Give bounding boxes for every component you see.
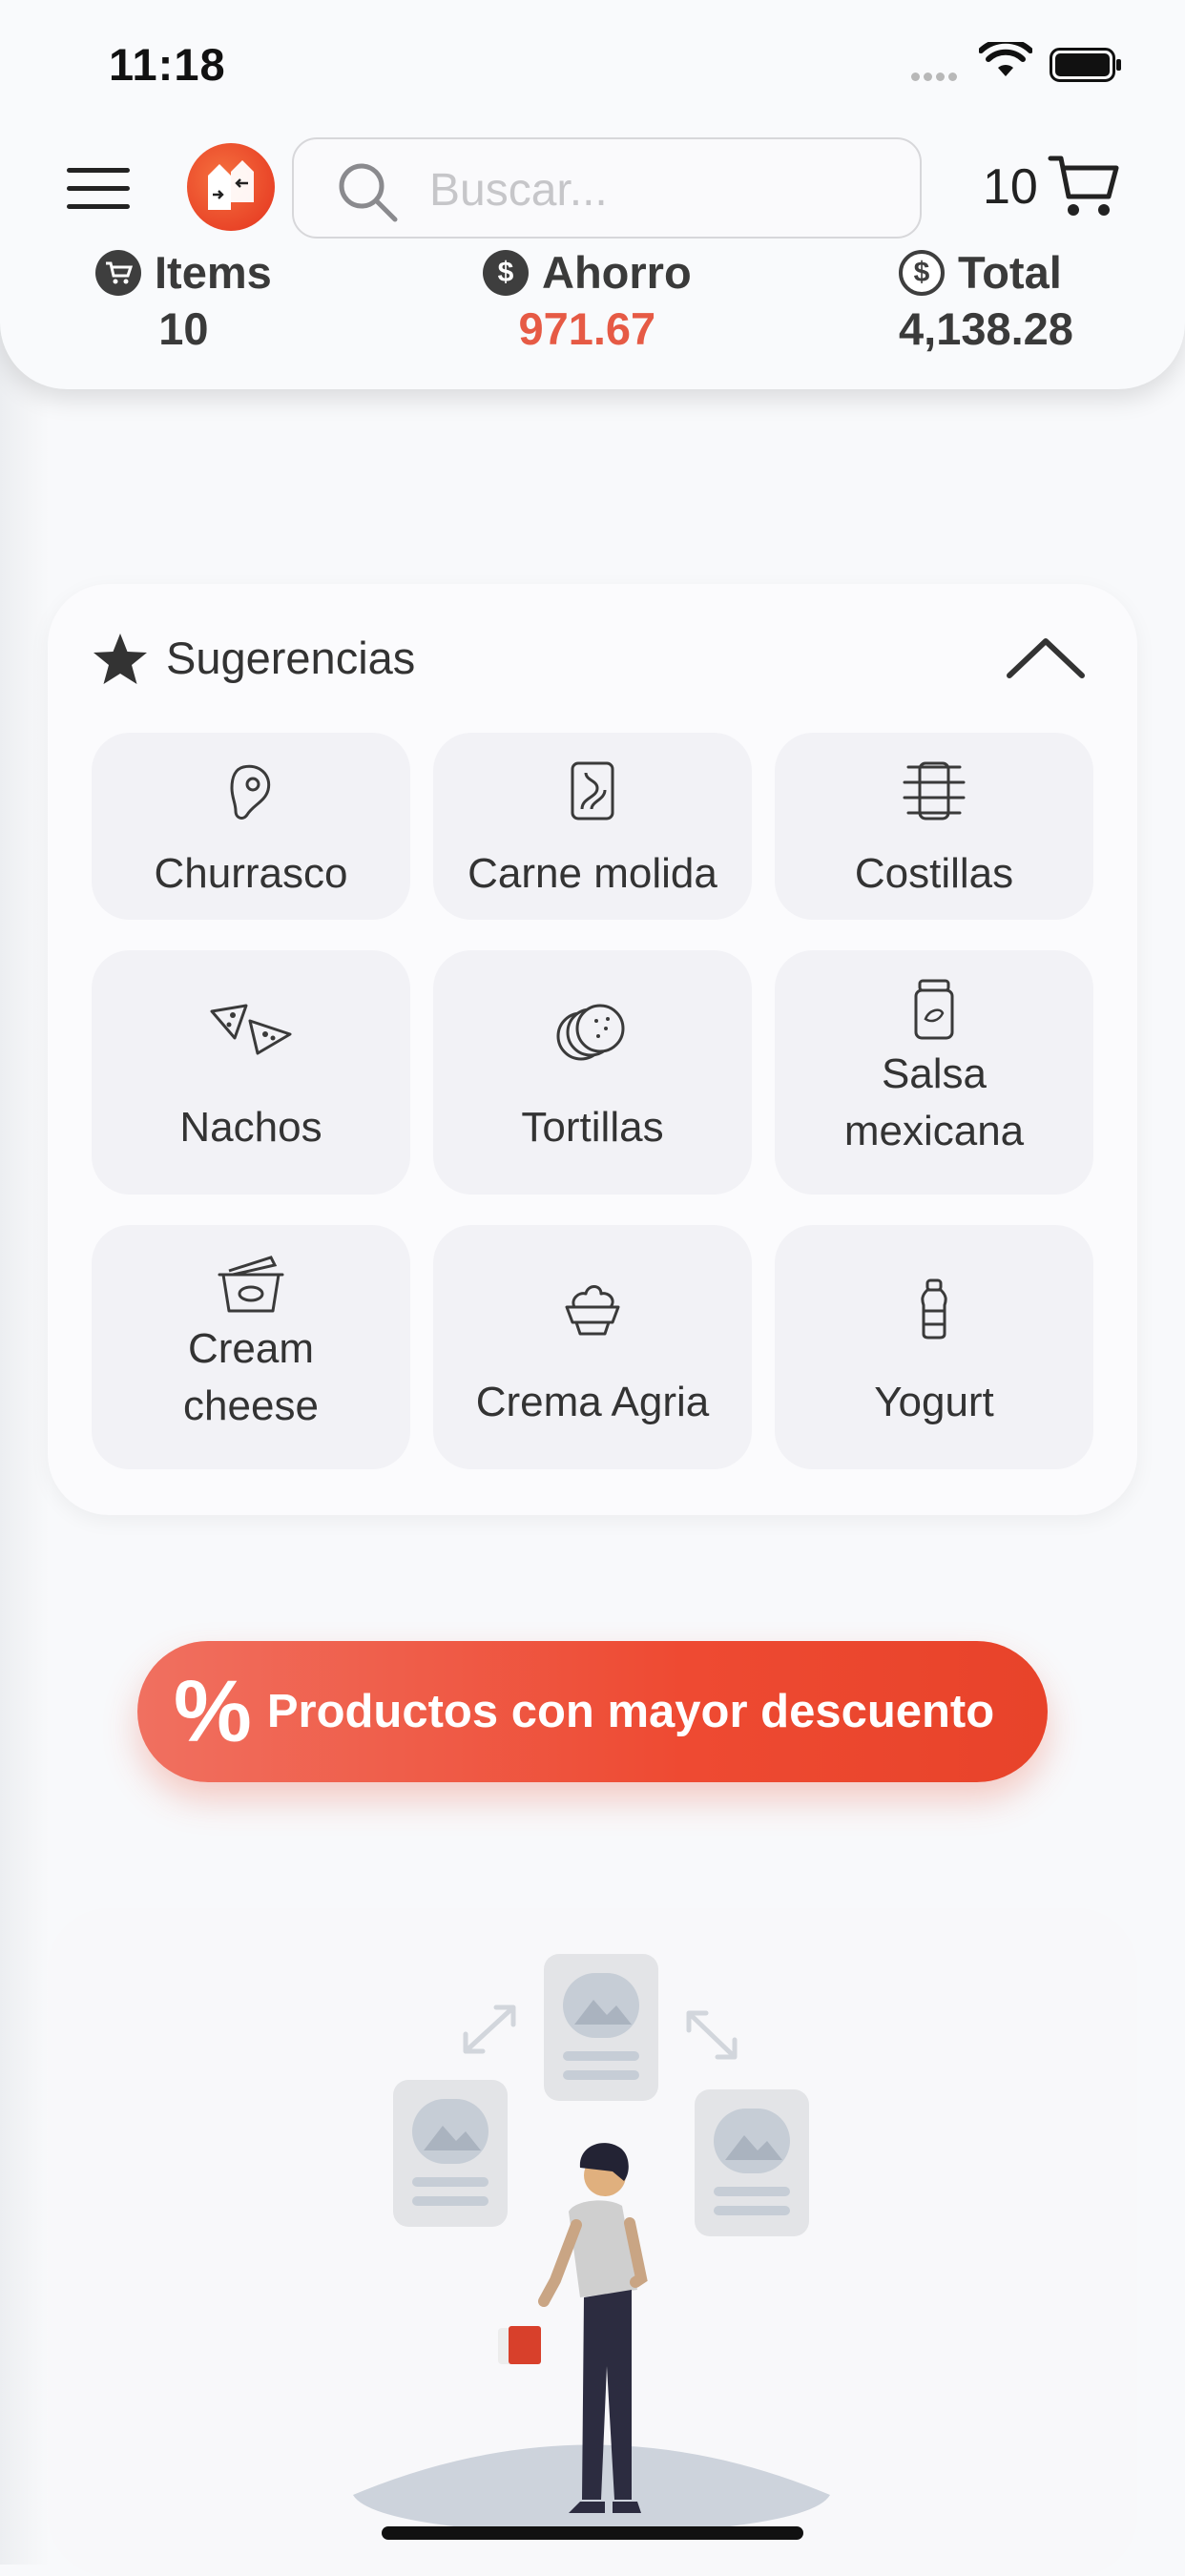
- top-discounts-button[interactable]: % Productos con mayor descuento: [137, 1641, 1048, 1782]
- status-time: 11:18: [109, 39, 226, 90]
- suggestion-label: Crema Agria: [475, 1379, 710, 1425]
- suggestion-label-line1: Salsa: [881, 1050, 988, 1097]
- suggestion-crema-agria[interactable]: Crema Agria: [433, 1225, 752, 1469]
- suggestions-card: Sugerencias Churrasco Carne molida Costi…: [48, 584, 1137, 1515]
- suggestion-label: Carne molida: [468, 850, 717, 897]
- ribs-icon: [903, 761, 966, 821]
- total-coin-icon: $: [899, 249, 945, 296]
- suggestion-salsa-mexicana[interactable]: Salsa mexicana: [775, 950, 1093, 1195]
- app-logo: [187, 143, 275, 231]
- stat-savings-label: Ahorro: [542, 247, 692, 298]
- suggestion-label: Costillas: [854, 850, 1014, 897]
- header-card: 11:18 10: [0, 0, 1185, 389]
- suggestion-carne-molida[interactable]: Carne molida: [433, 733, 752, 920]
- stat-total-value: 4,138.28: [899, 303, 1073, 354]
- stat-items-value: 10: [158, 303, 209, 354]
- wifi-icon: [979, 42, 1032, 76]
- steak-icon: [230, 764, 271, 820]
- menu-button[interactable]: [67, 168, 130, 210]
- cart-count: 10: [983, 159, 1038, 215]
- ground-meat-icon: [571, 761, 614, 821]
- suggestion-label: Yogurt: [874, 1379, 994, 1425]
- suggestion-costillas[interactable]: Costillas: [775, 733, 1093, 920]
- suggestion-cream-cheese[interactable]: Cream cheese: [92, 1225, 410, 1469]
- battery-icon: [1050, 48, 1121, 82]
- suggestion-churrasco[interactable]: Churrasco: [92, 733, 410, 920]
- star-icon: [94, 634, 147, 684]
- stat-total-label: Total: [958, 247, 1062, 298]
- sour-cream-icon: [565, 1285, 620, 1336]
- search-icon: [339, 163, 398, 222]
- suggestions-title: Sugerencias: [166, 633, 416, 683]
- dollar-badge-icon: $: [483, 249, 529, 296]
- top-discounts-label: Productos con mayor descuento: [266, 1686, 995, 1737]
- stat-total: $ Total 4,138.28: [899, 246, 1073, 355]
- signal-dots-icon: [911, 69, 961, 86]
- stat-items-label: Items: [155, 247, 272, 298]
- cream-cheese-icon: [218, 1256, 284, 1313]
- suggestion-nachos[interactable]: Nachos: [92, 950, 410, 1195]
- suggestion-label: Churrasco: [154, 850, 348, 897]
- tortillas-icon: [556, 1004, 625, 1061]
- suggestion-label-line1: Cream: [187, 1325, 315, 1372]
- cart-badge-icon: [95, 249, 141, 296]
- suggestion-label: Tortillas: [521, 1104, 664, 1151]
- search-input[interactable]: [427, 162, 889, 218]
- suggestion-label-line2: mexicana: [843, 1108, 1025, 1154]
- stat-savings: $ Ahorro 971.67: [483, 246, 692, 355]
- search-box[interactable]: [292, 137, 922, 239]
- home-indicator: [382, 2526, 803, 2540]
- suggestion-yogurt[interactable]: Yogurt: [775, 1225, 1093, 1469]
- yogurt-bottle-icon: [921, 1278, 947, 1340]
- chevron-up-icon[interactable]: [1006, 634, 1086, 681]
- cart-icon[interactable]: [1048, 153, 1120, 219]
- nachos-icon: [210, 1004, 292, 1055]
- suggestion-label-line2: cheese: [183, 1382, 319, 1429]
- browsing-products-illustration: [353, 1954, 830, 2536]
- stat-savings-value: 971.67: [518, 303, 656, 354]
- suggestion-tortillas[interactable]: Tortillas: [433, 950, 752, 1195]
- suggestion-label: Nachos: [179, 1104, 322, 1151]
- stat-items: Items 10: [95, 246, 272, 355]
- salsa-jar-icon: [914, 979, 954, 1040]
- percent-icon: %: [174, 1663, 252, 1760]
